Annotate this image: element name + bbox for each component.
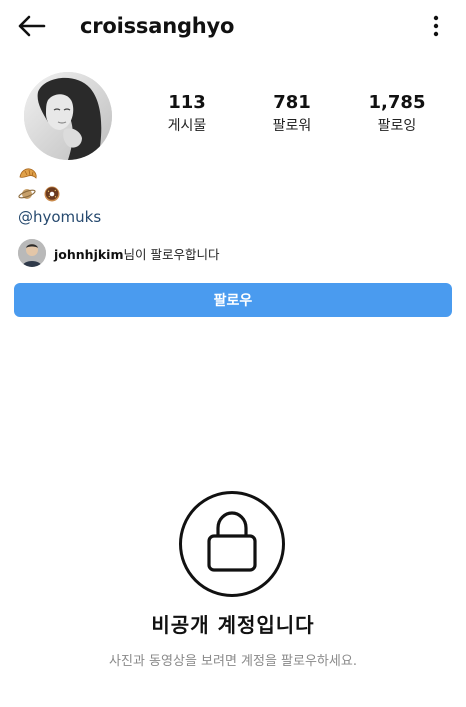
profile-stats: 113 게시물 781 팔로워 1,785 팔로잉: [140, 90, 450, 146]
following-label: 팔로잉: [377, 118, 417, 134]
followers-value: 781: [273, 92, 311, 113]
mutual-follower[interactable]: johnhjkim님이 팔로우합니다: [18, 237, 219, 269]
top-bar: croissanghyo: [0, 0, 466, 52]
following-value: 1,785: [368, 92, 426, 113]
following-count[interactable]: 1,785 팔로잉: [352, 90, 442, 136]
vertical-ellipsis-icon: [433, 15, 439, 37]
profile-username: croissanghyo: [80, 14, 235, 38]
followers-count[interactable]: 781 팔로워: [247, 90, 337, 136]
planet-icon: [18, 189, 36, 199]
arrow-left-icon: [18, 15, 46, 37]
bio-link[interactable]: @hyomuks: [18, 207, 101, 227]
posts-label: 게시물: [167, 118, 207, 134]
bio-line-2: [18, 185, 318, 205]
croissant-icon: [19, 168, 37, 179]
more-options-button[interactable]: [426, 12, 446, 40]
mutual-follower-photo: [18, 239, 46, 267]
mutual-follower-name: johnhjkim: [54, 246, 124, 262]
lock-icon: [179, 491, 285, 597]
mutual-follower-text: johnhjkim님이 팔로우합니다: [54, 244, 219, 263]
posts-value: 113: [168, 92, 206, 113]
doughnut-icon: [44, 186, 60, 202]
posts-count[interactable]: 113 게시물: [142, 90, 232, 136]
mutual-follower-suffix: 님이 팔로우합니다: [123, 246, 220, 262]
back-button[interactable]: [14, 10, 48, 42]
private-account-subtitle: 사진과 동영상을 보려면 계정을 팔로우하세요.: [109, 654, 357, 669]
profile-avatar[interactable]: [24, 72, 112, 160]
followers-label: 팔로워: [272, 118, 312, 134]
private-account-title: 비공개 계정입니다: [151, 613, 315, 637]
profile-bio: [18, 165, 318, 205]
bio-line-1: [18, 165, 318, 185]
mutual-follower-avatar: [18, 239, 46, 267]
follow-button[interactable]: 팔로우: [14, 283, 452, 317]
profile-photo: [24, 72, 112, 160]
